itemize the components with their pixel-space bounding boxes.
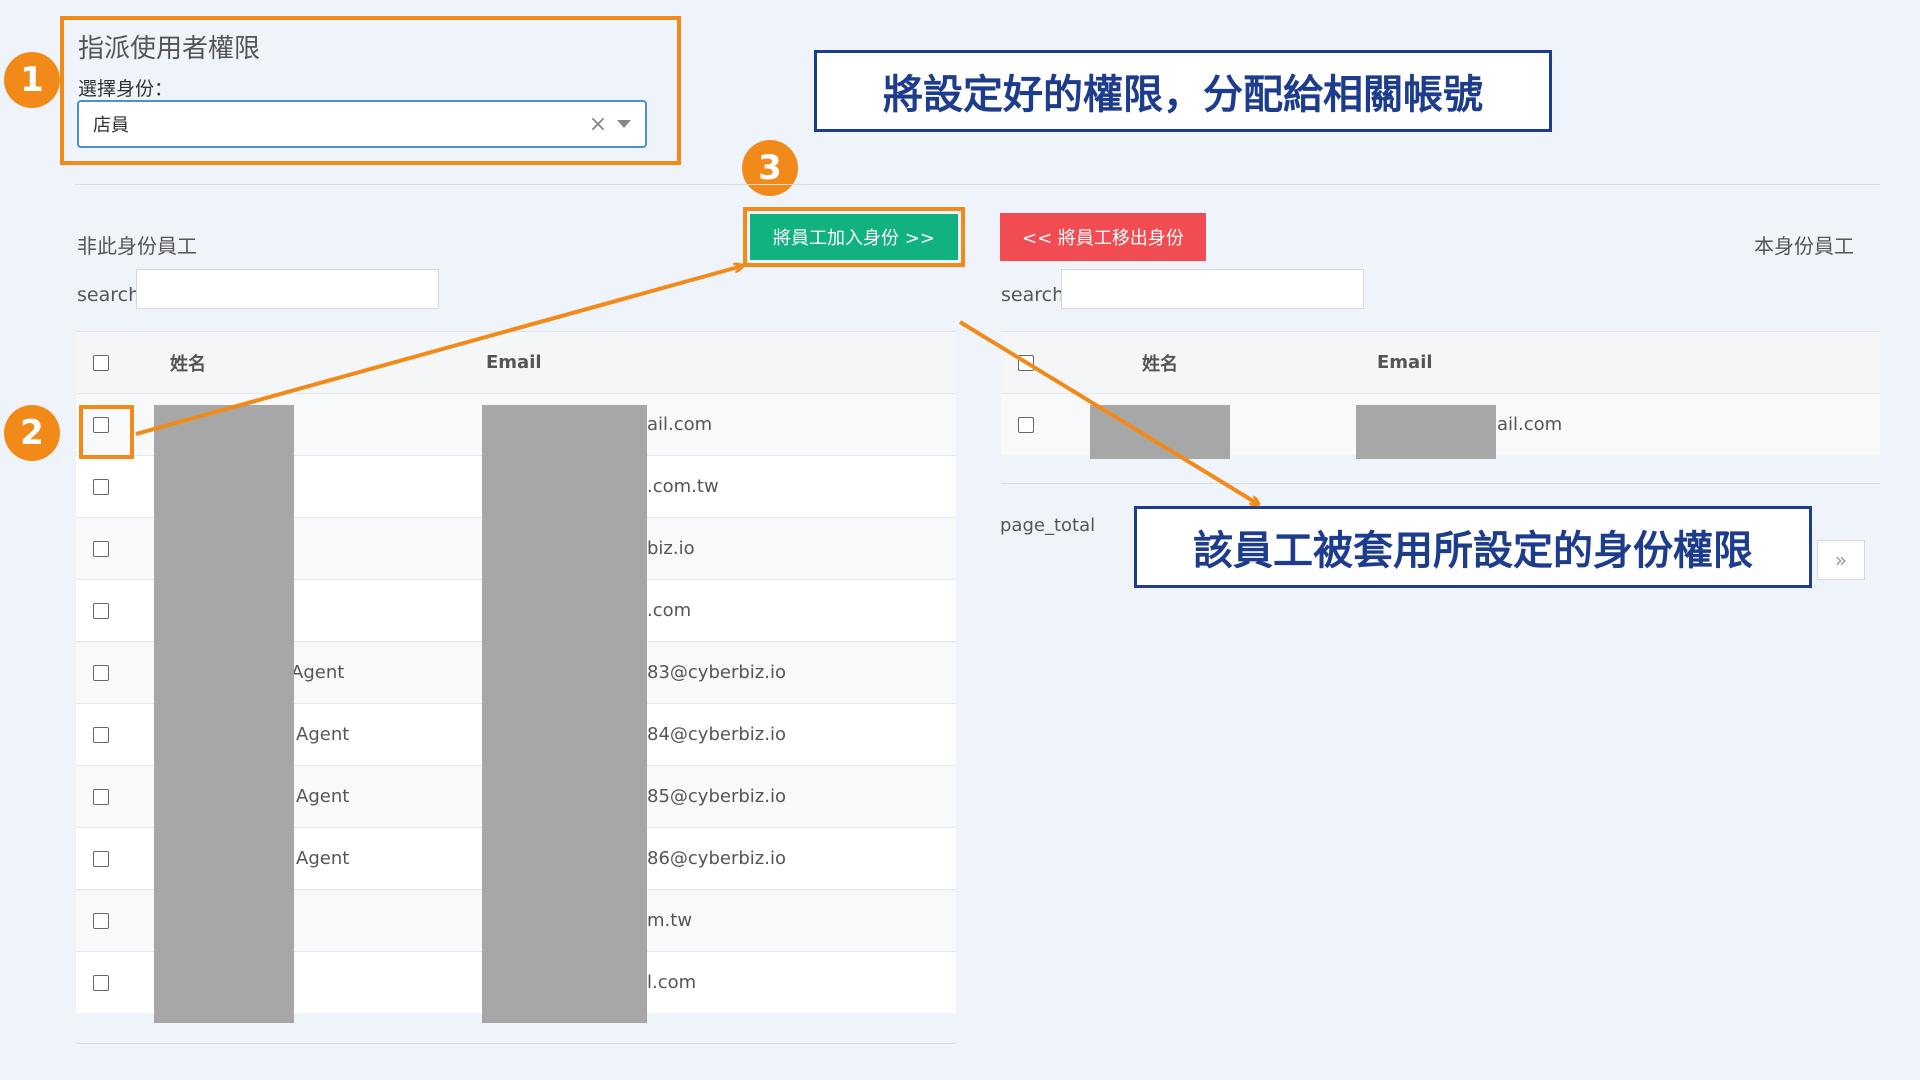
arrow-checkbox-to-add bbox=[135, 266, 742, 436]
annotation-arrows bbox=[135, 0, 1920, 1080]
arrow-add-to-applied bbox=[958, 320, 1258, 504]
